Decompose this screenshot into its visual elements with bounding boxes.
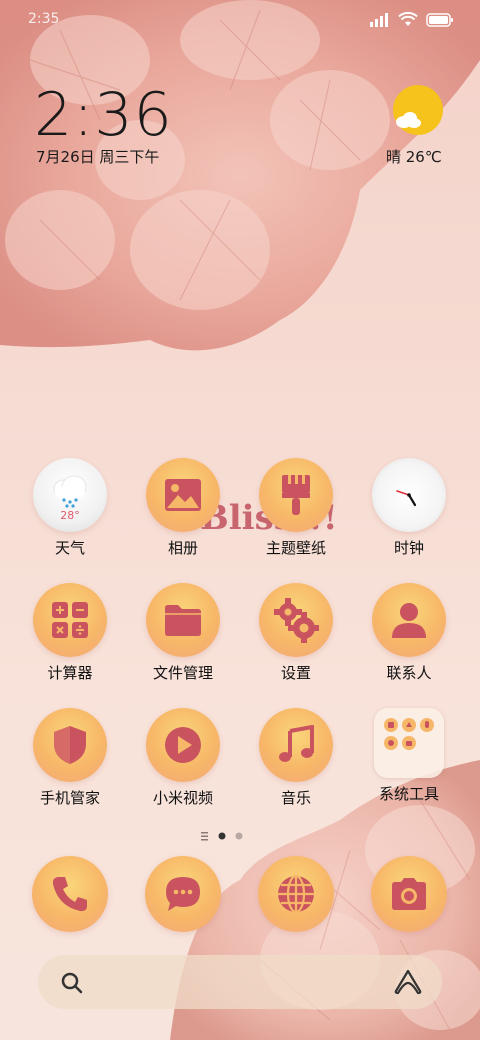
weather-app-temp: 28° (60, 509, 80, 522)
app-label: 天气 (54, 539, 85, 557)
menu-lines-icon (201, 832, 208, 841)
clock-app-icon (372, 458, 446, 532)
app-music[interactable]: 音乐 (240, 708, 352, 808)
app-label: 时钟 (393, 539, 424, 557)
dock-messages[interactable] (127, 856, 239, 932)
app-label: 主题壁纸 (265, 539, 326, 557)
search-bar[interactable] (38, 955, 442, 1009)
weather-widget-text: 晴 26℃ (386, 148, 442, 166)
camera-icon (371, 856, 447, 932)
status-icons (370, 12, 454, 27)
weather-app-icon: 28° (33, 458, 107, 532)
phone-icon (32, 856, 108, 932)
paintbrush-icon (259, 458, 333, 532)
app-label: 设置 (280, 664, 311, 682)
app-calculator[interactable]: 计算器 (14, 583, 126, 683)
gears-icon (259, 583, 333, 657)
message-bubble-icon (145, 856, 221, 932)
search-icon (61, 972, 83, 994)
dock-browser[interactable] (240, 856, 352, 932)
app-video[interactable]: 小米视频 (127, 708, 239, 808)
app-label: 手机管家 (39, 789, 100, 807)
app-clock[interactable]: 时钟 (353, 458, 465, 558)
app-settings[interactable]: 设置 (240, 583, 352, 683)
app-file-manager[interactable]: 文件管理 (127, 583, 239, 683)
clock-widget-time[interactable]: 2:36 (34, 80, 173, 150)
music-note-icon (259, 708, 333, 782)
page-indicator[interactable] (0, 828, 480, 842)
app-label: 计算器 (47, 664, 93, 682)
dock-phone[interactable] (14, 856, 126, 932)
globe-icon (258, 856, 334, 932)
app-label: 系统工具 (378, 785, 439, 803)
sunny-weather-icon[interactable] (392, 84, 444, 136)
calculator-icon (33, 583, 107, 657)
shield-icon (33, 708, 107, 782)
status-bar: 2:35 (0, 0, 480, 40)
app-label: 联系人 (386, 664, 432, 682)
app-label: 相册 (167, 539, 198, 557)
folder-icon (146, 583, 220, 657)
battery-icon (426, 12, 453, 27)
app-gallery[interactable]: 相册 (127, 458, 239, 558)
app-security[interactable]: 手机管家 (14, 708, 126, 808)
folder-tile (374, 708, 444, 778)
app-contacts[interactable]: 联系人 (353, 583, 465, 683)
signal-icon (370, 12, 388, 27)
xiaoai-assistant-icon[interactable] (394, 969, 422, 995)
app-label: 文件管理 (152, 664, 213, 682)
gallery-icon (146, 458, 220, 532)
app-label: 小米视频 (152, 789, 213, 807)
dock-camera[interactable] (353, 856, 465, 932)
app-weather[interactable]: 28° 天气 (14, 458, 126, 558)
app-label: 音乐 (280, 789, 311, 807)
status-time: 2:35 (28, 11, 60, 27)
play-icon (146, 708, 220, 782)
wifi-icon (398, 12, 418, 26)
app-themes[interactable]: 主题壁纸 (240, 458, 352, 558)
clock-widget-date: 7月26日 周三下午 (36, 148, 160, 166)
app-folder-system-tools[interactable]: 系统工具 (353, 708, 465, 804)
person-icon (372, 583, 446, 657)
